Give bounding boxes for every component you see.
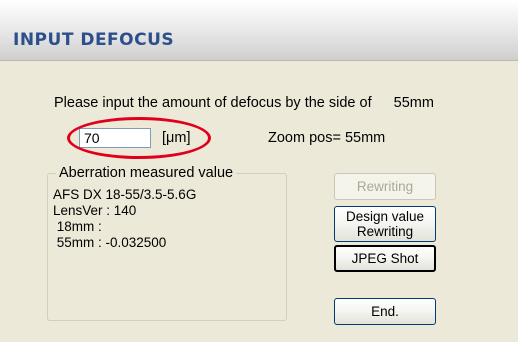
end-button[interactable]: End. bbox=[334, 298, 436, 325]
design-button-label-line2: Rewriting bbox=[356, 224, 414, 239]
jpeg-shot-button[interactable]: JPEG Shot bbox=[334, 245, 436, 272]
design-button-label-line1: Design value bbox=[345, 209, 425, 224]
instruction-label: Please input the amount of defocus by th… bbox=[54, 95, 372, 111]
window-title: INPUT DEFOCUS bbox=[13, 30, 175, 50]
instruction-focal-length: 55mm bbox=[393, 95, 434, 111]
defocus-amount-input[interactable] bbox=[79, 128, 151, 148]
lens-version-text: LensVer : 140 bbox=[53, 203, 137, 218]
jpeg-shot-button-label: JPEG Shot bbox=[351, 251, 419, 266]
unit-label: [μm] bbox=[162, 130, 191, 146]
aberration-18mm-text: 18mm : bbox=[53, 219, 102, 234]
rewriting-button[interactable]: Rewriting bbox=[334, 173, 436, 200]
lens-model-text: AFS DX 18-55/3.5-5.6G bbox=[53, 187, 197, 202]
rewriting-button-label: Rewriting bbox=[356, 179, 414, 194]
title-bar: INPUT DEFOCUS bbox=[0, 0, 518, 61]
instruction-text: Please input the amount of defocus by th… bbox=[54, 95, 434, 111]
aberration-55mm-text: 55mm : -0.032500 bbox=[53, 235, 167, 250]
aberration-groupbox-legend: Aberration measured value bbox=[56, 165, 237, 181]
zoom-position-label: Zoom pos= 55mm bbox=[268, 130, 386, 146]
design-value-rewriting-button[interactable]: Design value Rewriting bbox=[334, 206, 436, 242]
input-defocus-dialog: INPUT DEFOCUS Please input the amount of… bbox=[0, 0, 518, 342]
end-button-label: End. bbox=[371, 304, 399, 319]
